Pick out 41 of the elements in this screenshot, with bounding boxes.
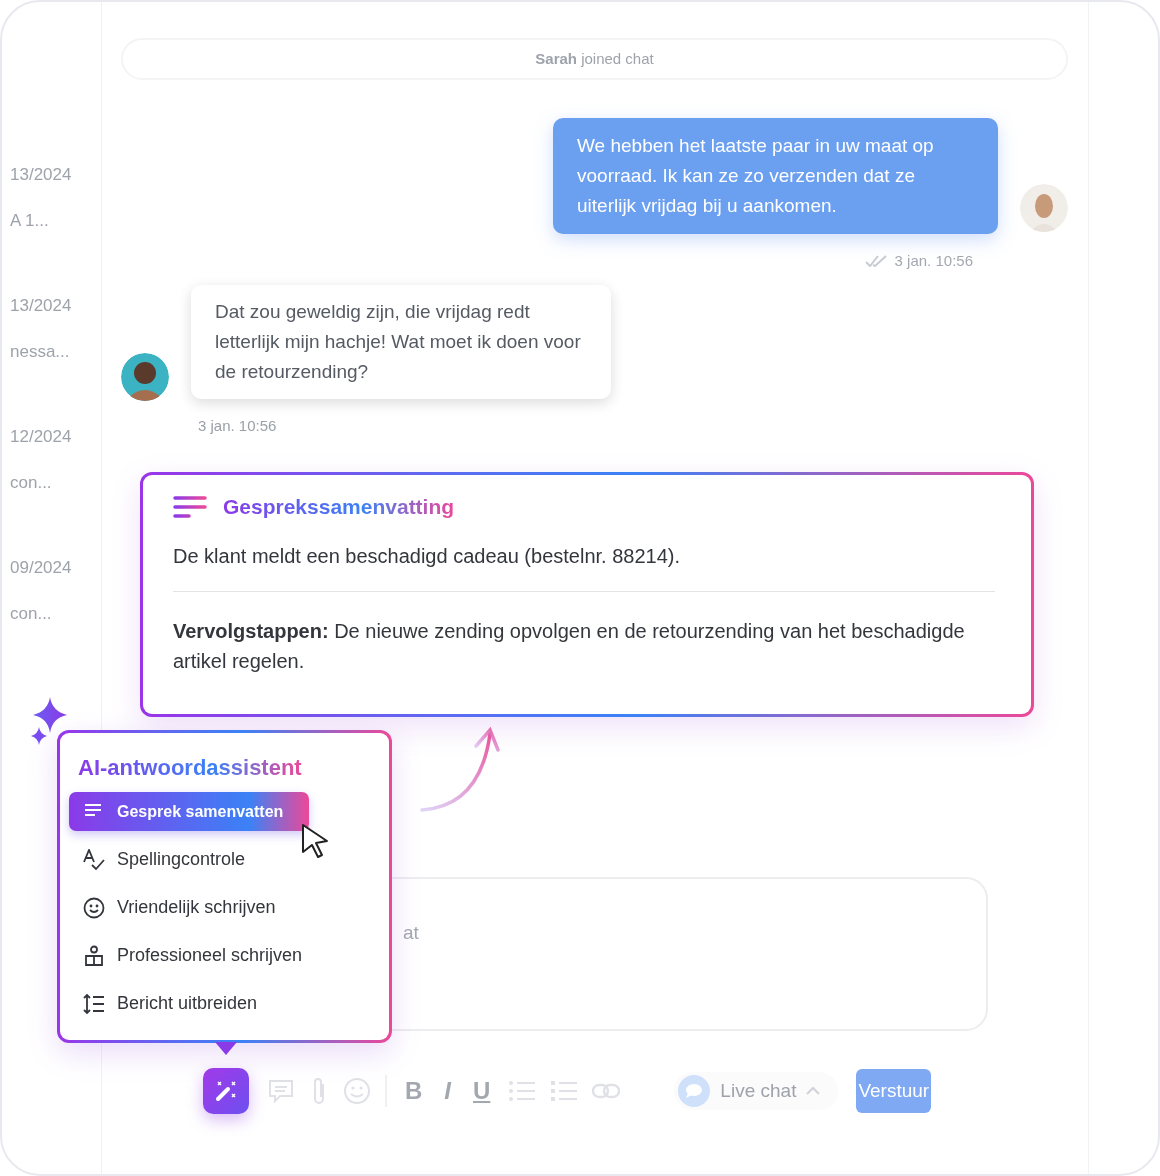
- send-button[interactable]: Verstuur: [856, 1068, 932, 1114]
- menu-item[interactable]: Gesprek samenvatten: [69, 792, 309, 831]
- line-height-icon: [83, 992, 105, 1015]
- avatar: [121, 352, 169, 401]
- format-button[interactable]: I: [440, 1073, 455, 1109]
- link-icon: [592, 1083, 621, 1099]
- magic-wand-button[interactable]: [203, 1068, 249, 1114]
- numbered-list-icon: [550, 1079, 579, 1103]
- conversation-date: 13/2024: [10, 165, 72, 184]
- system-message: Sarah joined chat: [121, 38, 1068, 80]
- magic-wand-icon: [213, 1078, 239, 1104]
- message-time: 3 jan. 10:56: [198, 415, 277, 436]
- cursor-icon: [301, 823, 331, 859]
- emoji-icon: [343, 1077, 371, 1105]
- conversation-date: 13/2024: [10, 296, 72, 315]
- conversation-preview: nessa...: [10, 342, 70, 361]
- message-bubble: Dat zou geweldig zijn, die vrijdag redt letterlijk mijn hachje! Wat moet ik doen voor de retourzending?: [191, 284, 611, 399]
- conversation-preview: A 1...: [10, 211, 49, 230]
- conversation-date: 09/2024: [10, 558, 72, 577]
- summary-lines-icon: [173, 494, 207, 519]
- conversation-preview: con...: [10, 604, 52, 623]
- pointer-tip-icon: [215, 1042, 237, 1056]
- message-time: 3 jan. 10:56: [894, 251, 973, 271]
- menu-item[interactable]: Spellingcontrole: [69, 840, 260, 879]
- avatar: [1020, 184, 1068, 232]
- format-button[interactable]: U: [469, 1073, 495, 1109]
- format-button[interactable]: B: [401, 1073, 427, 1109]
- person-icon: [83, 944, 105, 967]
- chevron-up-icon: [806, 1086, 821, 1096]
- summary-text: De klant meldt een beschadigd cadeau (bestelnr. 88214).: [173, 543, 681, 569]
- comment-icon: [267, 1077, 295, 1105]
- input-placeholder: at: [403, 922, 419, 943]
- spellcheck-icon: [83, 848, 105, 871]
- smiley-icon: [83, 896, 105, 919]
- next-steps-text: Vervolgstappen: De nieuwe zending opvolgen en de retourzending van het beschadigde artikel regelen.: [173, 618, 966, 674]
- message-bubble: We hebben het laatste paar in uw maat op voorraad. Ik kan ze zo verzenden dat ze uiterlijk vrijdag bij u aankomen.: [553, 118, 998, 234]
- chat-bubble-icon: [678, 1075, 711, 1107]
- bullet-list-icon: [508, 1079, 537, 1103]
- conversation-date: 12/2024: [10, 427, 72, 446]
- channel-selector[interactable]: Live chat: [674, 1072, 839, 1110]
- conversation-preview: con...: [10, 473, 52, 492]
